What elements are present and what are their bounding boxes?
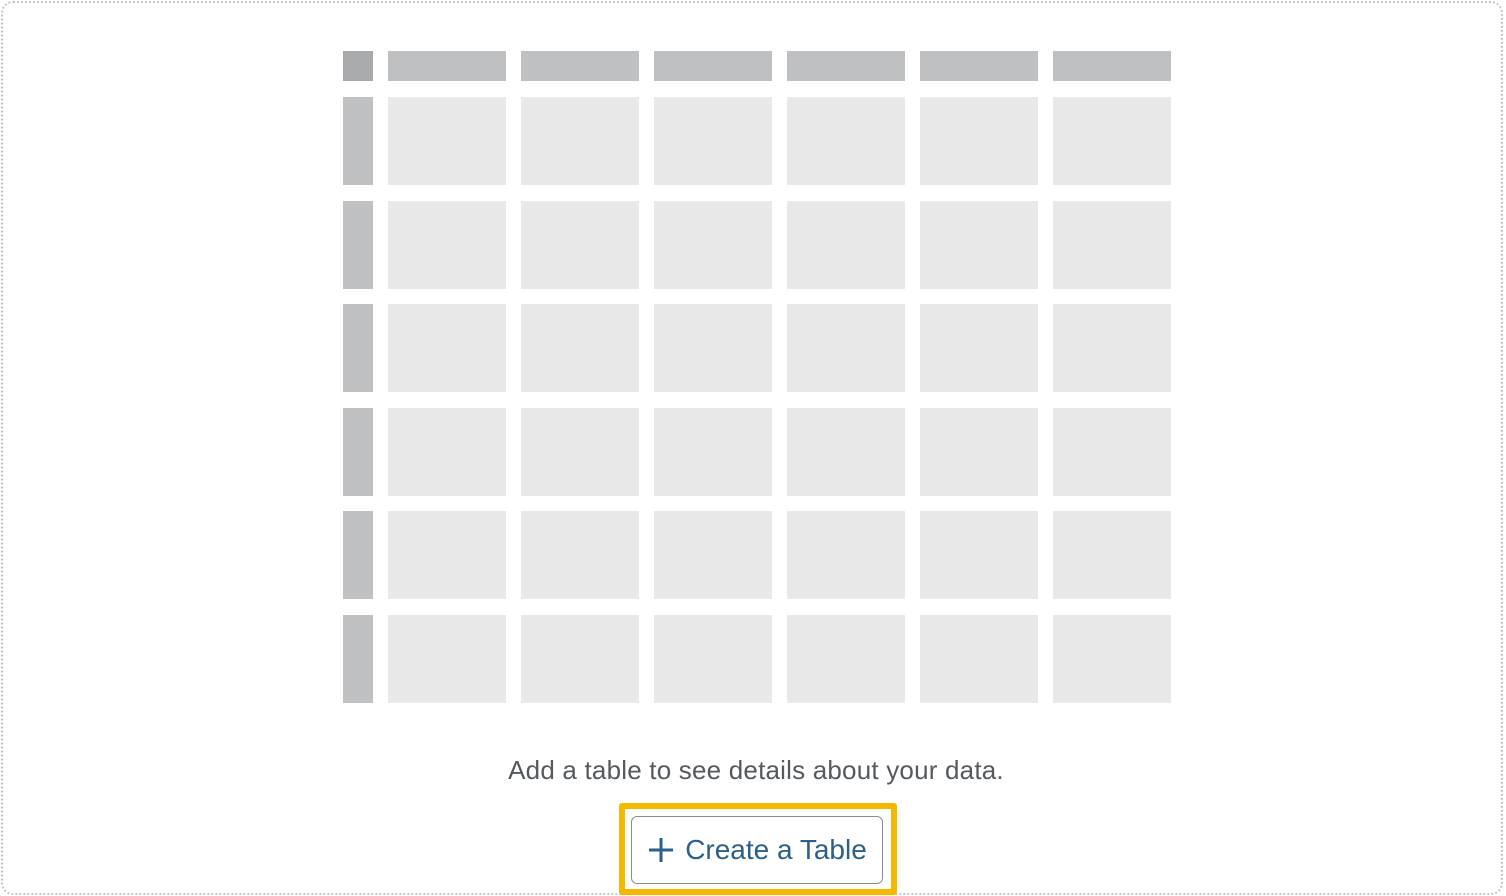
placeholder-cell <box>787 304 905 392</box>
table-placeholder-illustration <box>3 3 1506 723</box>
placeholder-cell <box>521 200 639 289</box>
create-table-button-label: Create a Table <box>685 834 867 865</box>
placeholder-cell <box>388 97 506 185</box>
empty-state-panel: Add a table to see details about your da… <box>1 1 1503 895</box>
placeholder-row-header <box>343 97 373 185</box>
placeholder-row-header <box>343 407 373 496</box>
placeholder-cell <box>1053 97 1171 185</box>
placeholder-cell <box>388 511 506 599</box>
placeholder-cell <box>388 407 506 496</box>
placeholder-cell <box>521 614 639 703</box>
plus-icon <box>649 838 674 862</box>
placeholder-column-header <box>1053 51 1171 81</box>
placeholder-row-header <box>343 511 373 599</box>
create-table-button[interactable]: Create a Table <box>631 816 883 884</box>
placeholder-cell <box>787 614 905 703</box>
placeholder-cell <box>388 200 506 289</box>
placeholder-row-header <box>343 614 373 703</box>
placeholder-cell <box>1053 407 1171 496</box>
placeholder-corner-cell <box>343 51 373 81</box>
empty-state-message: Add a table to see details about your da… <box>508 755 1004 785</box>
placeholder-cell <box>654 97 772 185</box>
placeholder-cell <box>787 407 905 496</box>
placeholder-cell <box>920 511 1038 599</box>
placeholder-cell <box>521 407 639 496</box>
placeholder-cell <box>787 97 905 185</box>
placeholder-cell <box>388 304 506 392</box>
placeholder-row-header <box>343 304 373 392</box>
placeholder-column-header <box>920 51 1038 81</box>
placeholder-cell <box>920 407 1038 496</box>
placeholder-cell <box>654 304 772 392</box>
placeholder-cell <box>787 200 905 289</box>
placeholder-cell <box>654 200 772 289</box>
placeholder-column-header <box>521 51 639 81</box>
placeholder-cell <box>920 200 1038 289</box>
placeholder-cell <box>521 97 639 185</box>
placeholder-cell <box>654 511 772 599</box>
placeholder-cell <box>920 304 1038 392</box>
placeholder-cell <box>1053 304 1171 392</box>
placeholder-cell <box>521 511 639 599</box>
placeholder-column-header <box>654 51 772 81</box>
placeholder-cell <box>1053 614 1171 703</box>
placeholder-cell <box>654 407 772 496</box>
placeholder-cell <box>654 614 772 703</box>
placeholder-column-header <box>787 51 905 81</box>
placeholder-cell <box>787 511 905 599</box>
placeholder-row-header <box>343 200 373 289</box>
placeholder-cell <box>521 304 639 392</box>
placeholder-cell <box>920 614 1038 703</box>
placeholder-cell <box>1053 511 1171 599</box>
placeholder-cell <box>1053 200 1171 289</box>
placeholder-cell <box>388 614 506 703</box>
placeholder-column-header <box>388 51 506 81</box>
placeholder-cell <box>920 97 1038 185</box>
